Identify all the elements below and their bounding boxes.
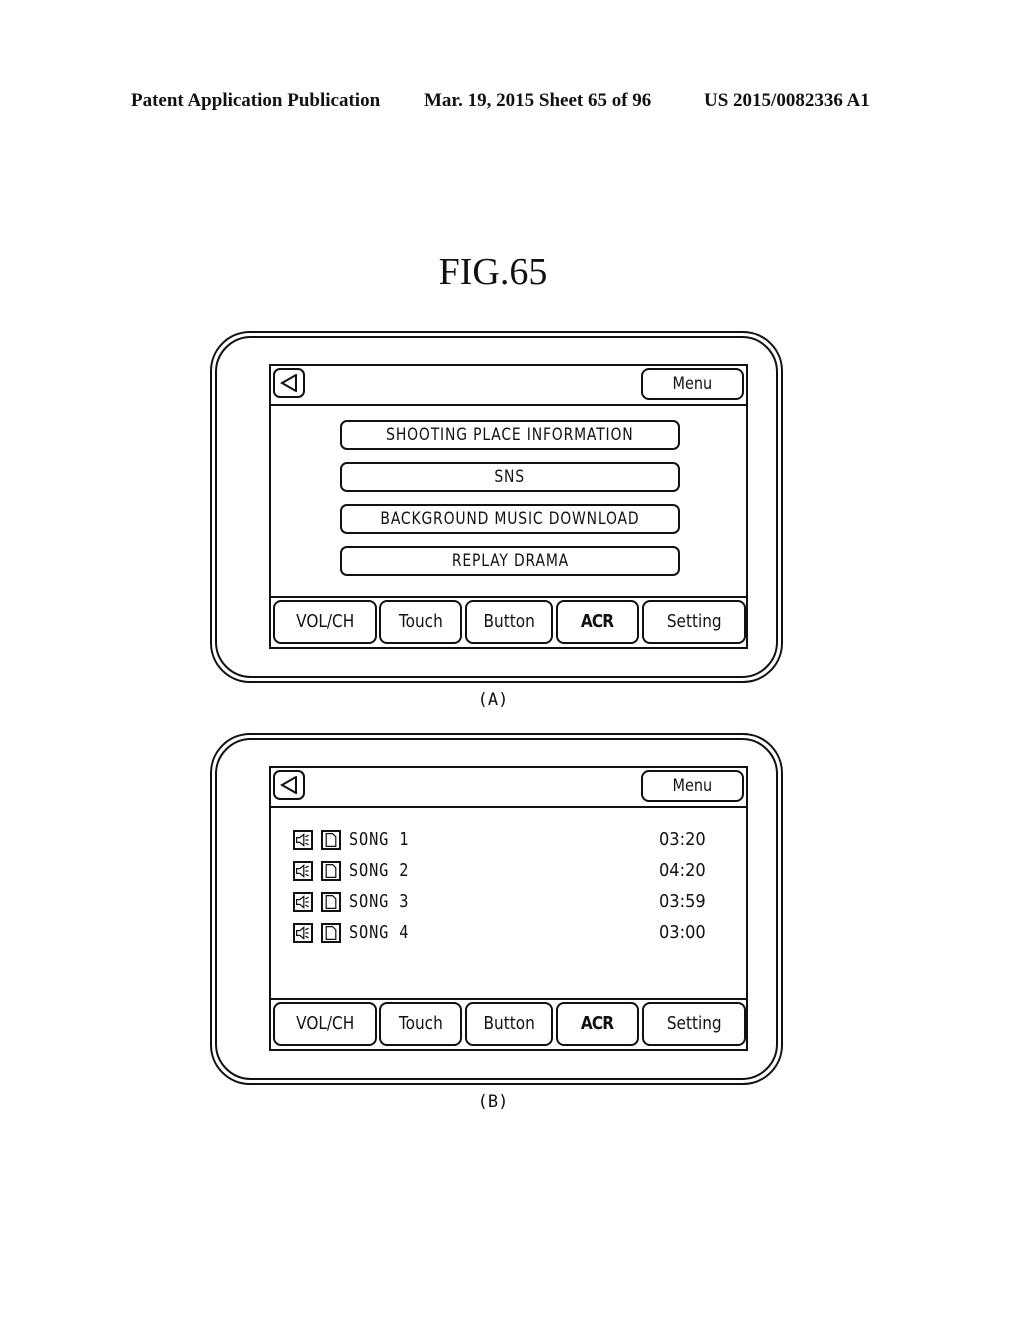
- option-shooting-place[interactable]: SHOOTING PLACE INFORMATION: [340, 420, 680, 450]
- back-button[interactable]: [273, 368, 305, 398]
- song-name: SONG 1: [349, 829, 410, 850]
- menu-button[interactable]: Menu: [641, 368, 744, 400]
- tab-vol-ch[interactable]: VOL/CH: [273, 600, 377, 644]
- option-bgm-download[interactable]: BACKGROUND MUSIC DOWNLOAD: [340, 504, 680, 534]
- song-row[interactable]: SONG 3 03:59: [293, 891, 713, 914]
- song-row[interactable]: SONG 2 04:20: [293, 860, 713, 883]
- song-duration: 03:00: [659, 922, 706, 943]
- tab-setting[interactable]: Setting: [642, 1002, 746, 1046]
- tab-acr[interactable]: ACR: [556, 600, 639, 644]
- device-frame-a: Menu SHOOTING PLACE INFORMATION SNS BACK…: [210, 331, 783, 683]
- tab-touch[interactable]: Touch: [379, 1002, 462, 1046]
- back-triangle-icon: [280, 374, 297, 392]
- screen-a: Menu SHOOTING PLACE INFORMATION SNS BACK…: [269, 364, 748, 649]
- document-icon[interactable]: [321, 830, 341, 850]
- screen-b: Menu SONG 1 03:20 SONG 2 04:20 SONG 3 03…: [269, 766, 748, 1051]
- song-duration: 04:20: [659, 860, 706, 881]
- publication-label: Patent Application Publication: [131, 90, 381, 111]
- tab-acr[interactable]: ACR: [556, 1002, 639, 1046]
- document-icon[interactable]: [321, 892, 341, 912]
- tab-vol-ch[interactable]: VOL/CH: [273, 1002, 377, 1046]
- document-icon[interactable]: [321, 861, 341, 881]
- caption-a: (A): [477, 690, 509, 710]
- option-sns[interactable]: SNS: [340, 462, 680, 492]
- speaker-icon[interactable]: [293, 923, 313, 943]
- menu-button[interactable]: Menu: [641, 770, 744, 802]
- patent-number: US 2015/0082336 A1: [704, 90, 870, 111]
- figure-title: FIG.65: [438, 251, 548, 293]
- tab-button[interactable]: Button: [465, 1002, 553, 1046]
- song-row[interactable]: SONG 4 03:00: [293, 922, 713, 945]
- tab-touch[interactable]: Touch: [379, 600, 462, 644]
- back-triangle-icon: [280, 776, 297, 794]
- song-name: SONG 3: [349, 891, 410, 912]
- speaker-icon[interactable]: [293, 892, 313, 912]
- document-icon[interactable]: [321, 923, 341, 943]
- tab-button[interactable]: Button: [465, 600, 553, 644]
- song-row[interactable]: SONG 1 03:20: [293, 829, 713, 852]
- speaker-icon[interactable]: [293, 861, 313, 881]
- song-duration: 03:20: [659, 829, 706, 850]
- option-replay-drama[interactable]: REPLAY DRAMA: [340, 546, 680, 576]
- song-duration: 03:59: [659, 891, 706, 912]
- top-bar: Menu: [271, 768, 746, 808]
- tab-setting[interactable]: Setting: [642, 600, 746, 644]
- tab-bar: VOL/CH Touch Button ACR Setting: [271, 596, 746, 647]
- caption-b: (B): [477, 1092, 509, 1112]
- song-name: SONG 4: [349, 922, 410, 943]
- date-sheet-label: Mar. 19, 2015 Sheet 65 of 96: [424, 90, 652, 111]
- tab-bar: VOL/CH Touch Button ACR Setting: [271, 998, 746, 1049]
- speaker-icon[interactable]: [293, 830, 313, 850]
- back-button[interactable]: [273, 770, 305, 800]
- device-frame-b: Menu SONG 1 03:20 SONG 2 04:20 SONG 3 03…: [210, 733, 783, 1085]
- top-bar: Menu: [271, 366, 746, 406]
- song-name: SONG 2: [349, 860, 410, 881]
